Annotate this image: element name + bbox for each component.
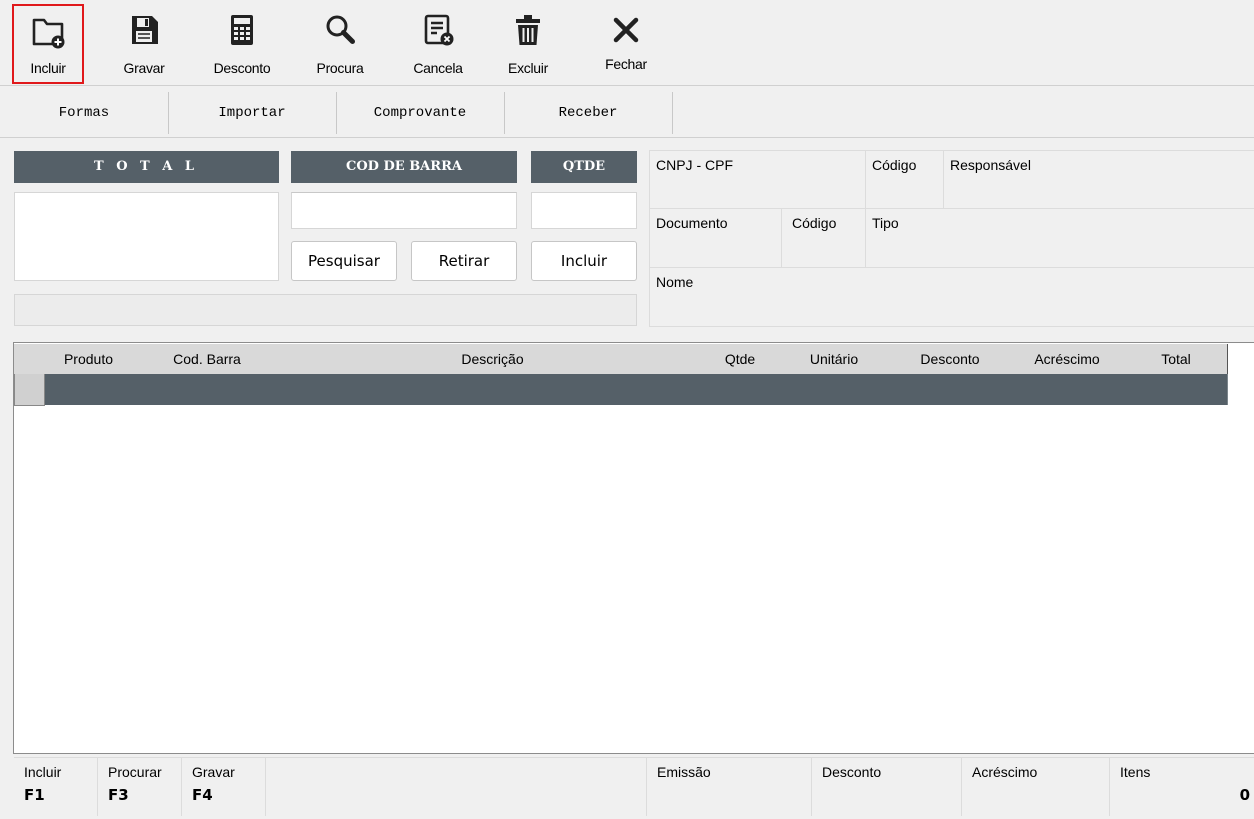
row-indicator[interactable]	[14, 374, 45, 406]
trash-icon	[516, 15, 540, 45]
barcode-input[interactable]	[291, 192, 517, 229]
shortcut-procurar[interactable]: Procurar F3	[98, 758, 182, 816]
shortcut-incluir[interactable]: Incluir F1	[14, 758, 98, 816]
codigo-field[interactable]: Código	[866, 151, 944, 209]
col-acrescimo[interactable]: Acréscimo	[1009, 344, 1126, 375]
total-header: T O T A L	[14, 151, 279, 183]
qty-input[interactable]	[531, 192, 637, 229]
col-desconto[interactable]: Desconto	[891, 344, 1010, 375]
shortcut-gravar-key: F4	[192, 786, 213, 804]
new-folder-icon	[32, 18, 65, 49]
col-total[interactable]: Total	[1125, 344, 1228, 375]
col-unitario[interactable]: Unitário	[777, 344, 892, 375]
menu-formas[interactable]: Formas	[0, 92, 169, 134]
shortcut-incluir-key: F1	[24, 786, 45, 804]
col-produto[interactable]: Produto	[45, 344, 133, 375]
search-icon	[326, 15, 355, 44]
table-cell[interactable]	[132, 374, 283, 405]
fechar-toolbar-button[interactable]: Fechar	[594, 4, 658, 80]
barcode-header: COD DE BARRA	[291, 151, 517, 183]
responsavel-field[interactable]: Responsável	[944, 151, 1254, 209]
nome-field[interactable]: Nome	[650, 268, 1254, 326]
pesquisar-button[interactable]: Pesquisar	[291, 241, 397, 281]
save-icon	[132, 16, 158, 44]
documento-field[interactable]: Documento	[650, 209, 782, 268]
itens-label: Itens	[1120, 764, 1151, 780]
qty-header: QTDE	[531, 151, 637, 183]
emissao-label: Emissão	[657, 764, 711, 780]
gravar-toolbar-button[interactable]: Gravar	[112, 4, 176, 80]
procura-toolbar-label: Procura	[316, 60, 364, 76]
itens-count: 0	[1239, 786, 1250, 804]
shortcut-procurar-key: F3	[108, 786, 129, 804]
table-cell[interactable]	[1009, 374, 1126, 405]
excluir-toolbar-label: Excluir	[508, 60, 548, 76]
shortcut-incluir-label: Incluir	[24, 764, 62, 780]
cnpj-cpf-field[interactable]: CNPJ - CPF	[650, 151, 866, 209]
total-display	[14, 192, 279, 281]
table-cell[interactable]	[777, 374, 892, 405]
incluir-item-button[interactable]: Incluir	[531, 241, 637, 281]
menu-importar[interactable]: Importar	[168, 92, 337, 134]
desconto-field: Desconto	[812, 758, 962, 816]
procura-toolbar-button[interactable]: Procura	[306, 4, 374, 80]
desconto-toolbar-button[interactable]: Desconto	[202, 4, 282, 80]
shortcut-gravar[interactable]: Gravar F4	[182, 758, 266, 816]
grid-corner	[14, 344, 46, 375]
shortcut-procurar-label: Procurar	[108, 764, 162, 780]
shortcut-gravar-label: Gravar	[192, 764, 235, 780]
col-descricao[interactable]: Descrição	[282, 344, 704, 375]
cancela-toolbar-button[interactable]: Cancela	[404, 4, 472, 80]
desconto-toolbar-label: Desconto	[213, 60, 271, 76]
table-cell[interactable]	[703, 374, 778, 405]
emissao-field: Emissão	[646, 758, 812, 816]
table-cell[interactable]	[891, 374, 1010, 405]
tipo-field[interactable]: Tipo	[866, 209, 1254, 268]
incluir-toolbar-label: Incluir	[30, 60, 66, 76]
codigo2-field[interactable]: Código	[782, 209, 866, 268]
close-icon	[613, 17, 639, 43]
menu-comprovante[interactable]: Comprovante	[336, 92, 505, 134]
excluir-toolbar-button[interactable]: Excluir	[496, 4, 560, 80]
acrescimo-label: Acréscimo	[972, 764, 1038, 780]
cancel-document-icon	[424, 14, 454, 46]
table-row[interactable]	[45, 374, 133, 405]
gravar-toolbar-label: Gravar	[123, 60, 165, 76]
calculator-icon	[231, 15, 253, 45]
cancela-toolbar-label: Cancela	[413, 60, 463, 76]
message-bar	[14, 294, 637, 326]
acrescimo-field: Acréscimo	[962, 758, 1110, 816]
desconto-label: Desconto	[822, 764, 882, 780]
fechar-toolbar-label: Fechar	[605, 56, 647, 72]
itens-field: Itens 0	[1110, 758, 1254, 816]
col-cod-barra[interactable]: Cod. Barra	[132, 344, 283, 375]
table-cell[interactable]	[282, 374, 704, 405]
incluir-toolbar-button[interactable]: Incluir	[12, 4, 84, 84]
col-qtde[interactable]: Qtde	[703, 344, 778, 375]
retirar-button[interactable]: Retirar	[411, 241, 517, 281]
table-cell[interactable]	[1125, 374, 1228, 405]
menu-receber[interactable]: Receber	[504, 92, 673, 134]
